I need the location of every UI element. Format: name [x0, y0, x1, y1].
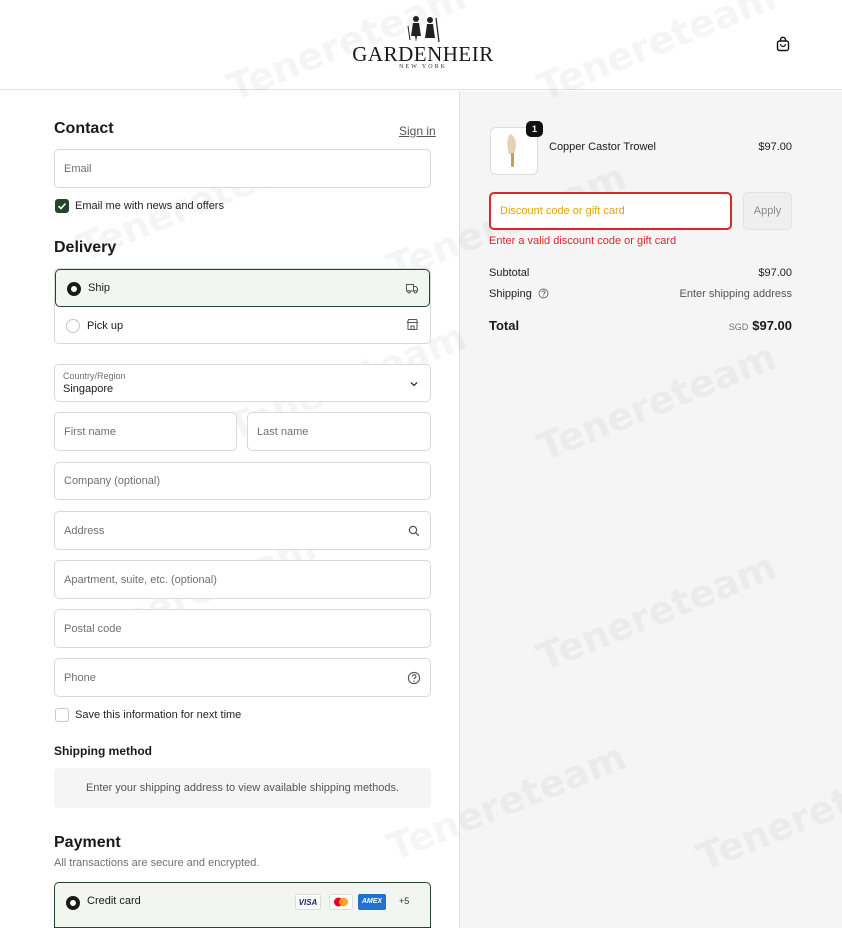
ship-radio[interactable] — [67, 282, 81, 296]
phone-field[interactable]: Phone — [54, 658, 431, 697]
first-name-placeholder: First name — [64, 425, 116, 438]
pickup-radio[interactable] — [66, 319, 80, 333]
quantity-badge: 1 — [526, 121, 543, 137]
delivery-option-pickup[interactable]: Pick up — [55, 307, 430, 343]
discount-error-message: Enter a valid discount code or gift card — [489, 235, 677, 247]
gardeners-figures-icon — [407, 16, 440, 43]
email-placeholder: Email — [64, 162, 92, 175]
shipping-label-text: Shipping — [489, 288, 532, 300]
visa-icon: VISA — [295, 894, 321, 910]
payment-option-credit-card[interactable]: Credit card VISA AMEX +5 — [54, 882, 431, 928]
delivery-heading: Delivery — [54, 239, 117, 256]
delivery-options: Ship Pick up — [54, 268, 431, 344]
company-placeholder: Company (optional) — [64, 475, 160, 487]
apply-discount-button[interactable]: Apply — [743, 192, 792, 230]
search-icon — [408, 525, 420, 537]
credit-card-radio[interactable] — [66, 896, 80, 910]
truck-icon — [406, 284, 418, 294]
mastercard-icon — [329, 894, 353, 910]
store-icon — [406, 319, 419, 330]
save-info-label: Save this information for next time — [75, 709, 242, 721]
help-circle-icon[interactable] — [538, 288, 549, 299]
shopping-bag-icon[interactable] — [775, 36, 791, 52]
phone-placeholder: Phone — [64, 671, 96, 684]
address-placeholder: Address — [64, 524, 105, 537]
discount-code-input[interactable]: Discount code or gift card — [489, 192, 732, 230]
newsletter-label: Email me with news and offers — [75, 200, 224, 212]
first-name-field[interactable]: First name — [54, 412, 237, 451]
subtotal-value: $97.00 — [758, 267, 792, 279]
help-circle-icon[interactable] — [407, 671, 421, 685]
chevron-down-icon — [410, 382, 418, 387]
payment-heading: Payment — [54, 834, 121, 851]
subtotal-label: Subtotal — [489, 267, 530, 279]
product-price: $97.00 — [758, 141, 792, 153]
product-name: Copper Castor Trowel — [549, 141, 656, 153]
address-field[interactable]: Address — [54, 511, 431, 550]
payment-subtitle: All transactions are secure and encrypte… — [54, 857, 260, 869]
brand-logo[interactable]: GARDENHEIR NEW YORK — [348, 14, 498, 74]
apartment-field[interactable]: Apartment, suite, etc. (optional) — [54, 560, 431, 599]
ship-label: Ship — [88, 282, 111, 294]
sign-in-link[interactable]: Sign in — [399, 124, 436, 138]
contact-heading: Contact — [54, 120, 114, 137]
discount-placeholder: Discount code or gift card — [500, 205, 625, 217]
amex-icon: AMEX — [358, 894, 386, 910]
country-label: Country/Region — [63, 371, 126, 381]
shipping-method-message: Enter your shipping address to view avai… — [54, 768, 431, 808]
postal-code-field[interactable]: Postal code — [54, 609, 431, 648]
country-value: Singapore — [63, 383, 114, 395]
total-value: $97.00 — [752, 318, 792, 333]
pickup-label: Pick up — [87, 320, 124, 332]
total-amount: SGD $97.00 — [729, 318, 792, 333]
country-select[interactable]: Country/Region Singapore — [54, 364, 431, 402]
company-field[interactable]: Company (optional) — [54, 462, 431, 500]
brand-name: GARDENHEIR — [352, 42, 494, 66]
last-name-field[interactable]: Last name — [247, 412, 431, 451]
save-info-checkbox[interactable] — [55, 708, 69, 722]
shipping-label: Shipping — [489, 288, 549, 300]
site-header: GARDENHEIR NEW YORK — [0, 0, 842, 90]
postal-code-placeholder: Postal code — [64, 622, 122, 635]
currency-code: SGD — [728, 322, 749, 332]
shipping-value: Enter shipping address — [679, 288, 792, 300]
shipping-method-heading: Shipping method — [54, 744, 152, 758]
more-cards-label: +5 — [399, 896, 410, 906]
apartment-placeholder: Apartment, suite, etc. (optional) — [64, 573, 217, 586]
newsletter-checkbox[interactable] — [55, 199, 69, 213]
email-field[interactable]: Email — [54, 149, 431, 188]
last-name-placeholder: Last name — [257, 425, 309, 438]
check-icon — [57, 202, 67, 210]
delivery-option-ship[interactable]: Ship — [55, 269, 430, 307]
credit-card-label: Credit card — [87, 895, 141, 907]
total-label: Total — [489, 318, 520, 333]
